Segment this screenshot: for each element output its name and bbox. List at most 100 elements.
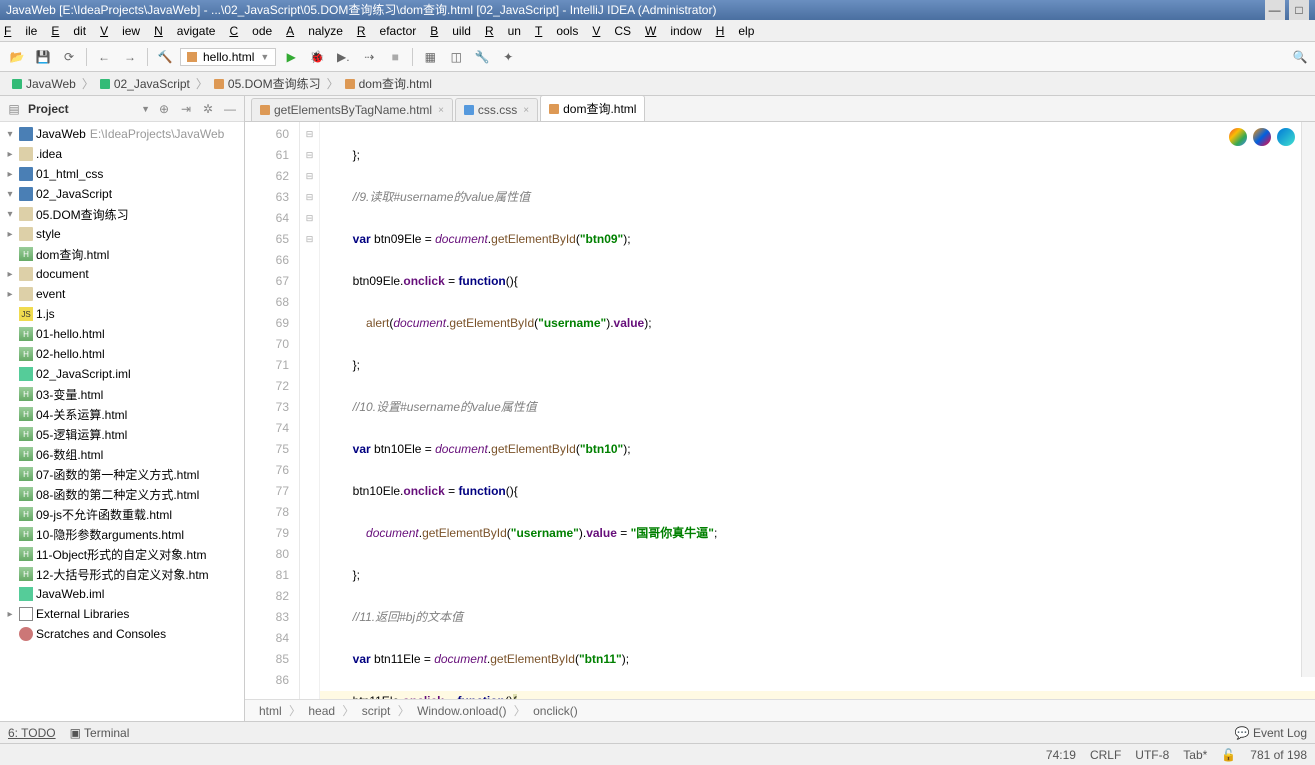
tree-node[interactable]: ▸External Libraries xyxy=(0,604,244,624)
run-profile-icon[interactable]: ▶. xyxy=(332,46,354,68)
caret-position[interactable]: 74:19 xyxy=(1046,748,1076,762)
debug-icon[interactable]: 🐞 xyxy=(306,46,328,68)
project-tree[interactable]: ▾JavaWebE:\IdeaProjects\JavaWeb▸.idea▸01… xyxy=(0,122,244,721)
vcs-icon[interactable]: ◫ xyxy=(445,46,467,68)
redo-icon[interactable]: → xyxy=(119,46,141,68)
tree-node[interactable]: ·02_JavaScript.iml xyxy=(0,364,244,384)
hide-icon[interactable]: — xyxy=(222,102,238,116)
tree-node[interactable]: ▸document xyxy=(0,264,244,284)
event-log-link[interactable]: 💬 Event Log xyxy=(1235,726,1307,740)
breadcrumb-item[interactable]: html xyxy=(259,704,282,718)
save-icon[interactable]: 💾 xyxy=(32,46,54,68)
encoding[interactable]: UTF-8 xyxy=(1135,748,1169,762)
project-sidebar: ▤ Project ▼ ⊕ ⇥ ✲ — ▾JavaWebE:\IdeaProje… xyxy=(0,96,245,721)
open-icon[interactable]: 📂 xyxy=(6,46,28,68)
menu-view[interactable]: View xyxy=(100,24,140,38)
menu-window[interactable]: Window xyxy=(645,24,702,38)
tree-node[interactable]: ·H07-函数的第一种定义方式.html xyxy=(0,464,244,484)
tree-node[interactable]: ▸01_html_css xyxy=(0,164,244,184)
target-icon[interactable]: ⊕ xyxy=(156,102,172,116)
title-bar: JavaWeb [E:\IdeaProjects\JavaWeb] - ...\… xyxy=(0,0,1315,20)
menu-edit[interactable]: Edit xyxy=(51,24,86,38)
tree-node[interactable]: ·H02-hello.html xyxy=(0,344,244,364)
nav-crumb[interactable]: 05.DOM查询练习 xyxy=(208,75,327,92)
tree-node[interactable]: ▸event xyxy=(0,284,244,304)
breadcrumb-item[interactable]: onclick() xyxy=(533,704,578,718)
breadcrumb-item[interactable]: Window.onload() xyxy=(417,704,506,718)
terminal-tab[interactable]: ▣ Terminal xyxy=(70,726,130,740)
fold-gutter[interactable]: ⊟⊟⊟⊟⊟⊟ xyxy=(300,122,320,699)
line-separator[interactable]: CRLF xyxy=(1090,748,1121,762)
code-editor[interactable]: 6061626364656667686970717273747576777879… xyxy=(245,122,1315,699)
tree-node[interactable]: ·H08-函数的第二种定义方式.html xyxy=(0,484,244,504)
tree-node[interactable]: ·H12-大括号形式的自定义对象.htm xyxy=(0,564,244,584)
editor-area: getElementsByTagName.html×css.css×dom查询.… xyxy=(245,96,1315,721)
tree-node[interactable]: ▾05.DOM查询练习 xyxy=(0,204,244,224)
tree-node[interactable]: ·JS1.js xyxy=(0,304,244,324)
settings-icon[interactable]: 🔧 xyxy=(471,46,493,68)
menu-code[interactable]: Code xyxy=(229,24,272,38)
tree-node[interactable]: ·H04-关系运算.html xyxy=(0,404,244,424)
todo-tab[interactable]: 6: TODO xyxy=(8,726,56,740)
build-icon[interactable]: 🔨 xyxy=(154,46,176,68)
menu-navigate[interactable]: Navigate xyxy=(154,24,215,38)
window-title: JavaWeb [E:\IdeaProjects\JavaWeb] - ...\… xyxy=(6,0,716,20)
tree-node[interactable]: ·H10-隐形参数arguments.html xyxy=(0,524,244,544)
collapse-icon[interactable]: ⇥ xyxy=(178,102,194,116)
breadcrumb-item[interactable]: head xyxy=(308,704,335,718)
tree-node[interactable]: ·Hdom查询.html xyxy=(0,244,244,264)
menu-run[interactable]: Run xyxy=(485,24,521,38)
tree-node[interactable]: ▸.idea xyxy=(0,144,244,164)
editor-breadcrumb[interactable]: html 〉 head 〉 script 〉 Window.onload() 〉… xyxy=(245,699,1315,721)
tree-node[interactable]: ·H05-逻辑运算.html xyxy=(0,424,244,444)
nav-crumb[interactable]: 02_JavaScript xyxy=(94,77,196,91)
nav-crumb[interactable]: JavaWeb xyxy=(6,77,82,91)
tree-node[interactable]: ▸style xyxy=(0,224,244,244)
run-icon[interactable]: ▶ xyxy=(280,46,302,68)
gear-icon[interactable]: ✲ xyxy=(200,102,216,116)
menu-tools[interactable]: Tools xyxy=(535,24,578,38)
chrome-icon[interactable] xyxy=(1229,128,1247,146)
lock-icon[interactable]: 🔓 xyxy=(1221,748,1236,762)
nav-crumb[interactable]: dom查询.html xyxy=(339,75,438,92)
tree-node[interactable]: ·H01-hello.html xyxy=(0,324,244,344)
menu-vcs[interactable]: VCS xyxy=(592,24,631,38)
menu-build[interactable]: Build xyxy=(430,24,471,38)
run-config-combo[interactable]: hello.html ▼ xyxy=(180,48,276,66)
undo-icon[interactable]: ← xyxy=(93,46,115,68)
tree-node[interactable]: ▾JavaWebE:\IdeaProjects\JavaWeb xyxy=(0,124,244,144)
code-lines[interactable]: }; //9.读取#username的value属性值 var btn09Ele… xyxy=(320,122,1315,699)
breadcrumb-item[interactable]: script xyxy=(362,704,391,718)
firefox-icon[interactable] xyxy=(1253,128,1271,146)
editor-tab[interactable]: css.css× xyxy=(455,98,538,121)
editor-marker-strip xyxy=(1301,122,1315,677)
editor-tab[interactable]: getElementsByTagName.html× xyxy=(251,98,453,121)
tree-node[interactable]: ·H11-Object形式的自定义对象.htm xyxy=(0,544,244,564)
stop-icon[interactable]: ■ xyxy=(384,46,406,68)
editor-tab[interactable]: dom查询.html xyxy=(540,95,645,121)
search-icon[interactable]: 🔍 xyxy=(1291,46,1309,68)
menu-file[interactable]: File xyxy=(4,24,37,38)
menu-analyze[interactable]: Analyze xyxy=(286,24,343,38)
project-structure-icon[interactable]: ▦ xyxy=(419,46,441,68)
tree-node[interactable]: ·JavaWeb.iml xyxy=(0,584,244,604)
tree-node[interactable]: ·H06-数组.html xyxy=(0,444,244,464)
tree-node[interactable]: ▾02_JavaScript xyxy=(0,184,244,204)
tree-node[interactable]: ·H03-变量.html xyxy=(0,384,244,404)
tree-node[interactable]: ·Scratches and Consoles xyxy=(0,624,244,644)
minimize-button[interactable]: — xyxy=(1265,0,1285,20)
menu-refactor[interactable]: Refactor xyxy=(357,24,416,38)
status-bar: 74:19 CRLF UTF-8 Tab* 🔓 781 of 198 xyxy=(0,743,1315,765)
indent[interactable]: Tab* xyxy=(1183,748,1207,762)
char-count: 781 of 198 xyxy=(1250,748,1307,762)
menu-help[interactable]: Help xyxy=(716,24,755,38)
ie-icon[interactable] xyxy=(1277,128,1295,146)
attach-icon[interactable]: ⇢ xyxy=(358,46,380,68)
maximize-button[interactable]: □ xyxy=(1289,0,1309,20)
window-controls: — □ xyxy=(1264,0,1309,20)
preferences-icon[interactable]: ✦ xyxy=(497,46,519,68)
editor-tabs: getElementsByTagName.html×css.css×dom查询.… xyxy=(245,96,1315,122)
view-mode-arrow[interactable]: ▼ xyxy=(141,104,150,114)
tree-node[interactable]: ·H09-js不允许函数重载.html xyxy=(0,504,244,524)
refresh-icon[interactable]: ⟳ xyxy=(58,46,80,68)
